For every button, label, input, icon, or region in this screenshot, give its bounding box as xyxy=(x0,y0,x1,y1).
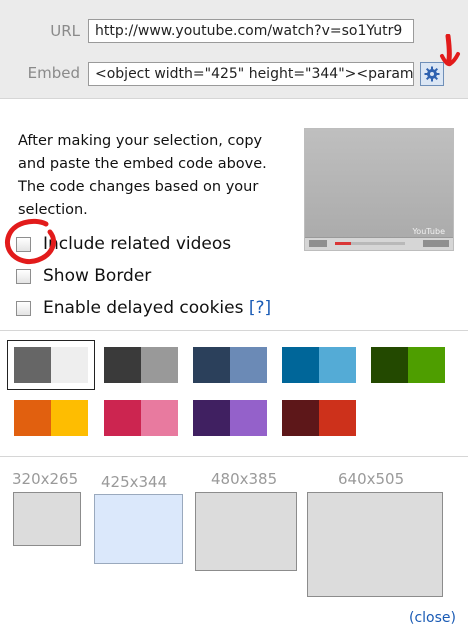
swatch-primary xyxy=(14,400,51,436)
size-label-320: 320x265 xyxy=(12,470,79,488)
swatch-navy[interactable] xyxy=(193,347,267,383)
swatch-orange[interactable] xyxy=(14,400,88,436)
swatch-pink[interactable] xyxy=(104,400,178,436)
swatch-secondary xyxy=(51,347,88,383)
size-label-425: 425x344 xyxy=(101,473,168,491)
swatch-purple[interactable] xyxy=(193,400,267,436)
swatch-secondary xyxy=(141,400,178,436)
delayed-cookies-checkbox[interactable] xyxy=(16,300,31,316)
close-link[interactable]: (close) xyxy=(409,610,456,626)
swatch-secondary xyxy=(319,400,356,436)
related-videos-label: Include related videos xyxy=(43,234,232,254)
annotation-arrow xyxy=(440,34,460,67)
gear-icon xyxy=(424,66,440,82)
player-preview: YouTube xyxy=(304,128,454,251)
swatch-gray[interactable] xyxy=(14,347,88,383)
player-controls xyxy=(305,237,453,250)
separator xyxy=(0,330,468,331)
size-label-640: 640x505 xyxy=(338,470,405,488)
swatch-green[interactable] xyxy=(371,347,445,383)
swatch-secondary xyxy=(319,347,356,383)
embed-code-field[interactable]: <object width="425" height="344"><param xyxy=(88,62,414,86)
delayed-cookies-label: Enable delayed cookies [?] xyxy=(43,298,272,318)
swatch-primary xyxy=(193,347,230,383)
separator xyxy=(0,456,468,457)
swatch-primary xyxy=(104,400,141,436)
swatch-red[interactable] xyxy=(282,400,356,436)
swatch-primary xyxy=(371,347,408,383)
swatch-primary xyxy=(193,400,230,436)
swatch-primary xyxy=(282,347,319,383)
size-option-425x344[interactable] xyxy=(94,494,183,564)
url-field[interactable]: http://www.youtube.com/watch?v=so1Yutr9 xyxy=(88,19,414,43)
play-icon xyxy=(309,240,327,247)
instructions-text: After making your selection, copy and pa… xyxy=(18,133,267,218)
swatch-dark-gray[interactable] xyxy=(104,347,178,383)
swatch-blue[interactable] xyxy=(282,347,356,383)
option-delayed-cookies[interactable]: Enable delayed cookies [?] xyxy=(16,296,271,320)
swatch-primary xyxy=(282,400,319,436)
cookies-help-link[interactable]: [?] xyxy=(249,298,271,318)
size-label-480: 480x385 xyxy=(211,470,278,488)
progress-bar xyxy=(335,242,405,245)
swatch-secondary xyxy=(230,400,267,436)
swatch-secondary xyxy=(141,347,178,383)
embed-label: Embed xyxy=(27,64,80,82)
swatch-secondary xyxy=(51,400,88,436)
swatch-primary xyxy=(14,347,51,383)
swatch-primary xyxy=(104,347,141,383)
fullscreen-icon xyxy=(423,240,449,247)
size-option-480x385[interactable] xyxy=(195,492,297,571)
share-header: URL http://www.youtube.com/watch?v=so1Yu… xyxy=(0,0,468,99)
swatch-secondary xyxy=(408,347,445,383)
annotation-circle xyxy=(4,218,56,264)
size-option-640x505[interactable] xyxy=(307,492,443,597)
url-label: URL xyxy=(50,22,80,40)
youtube-logo: YouTube xyxy=(412,227,445,236)
size-option-320x265[interactable] xyxy=(13,492,81,546)
show-border-checkbox[interactable] xyxy=(16,268,31,284)
swatch-secondary xyxy=(230,347,267,383)
